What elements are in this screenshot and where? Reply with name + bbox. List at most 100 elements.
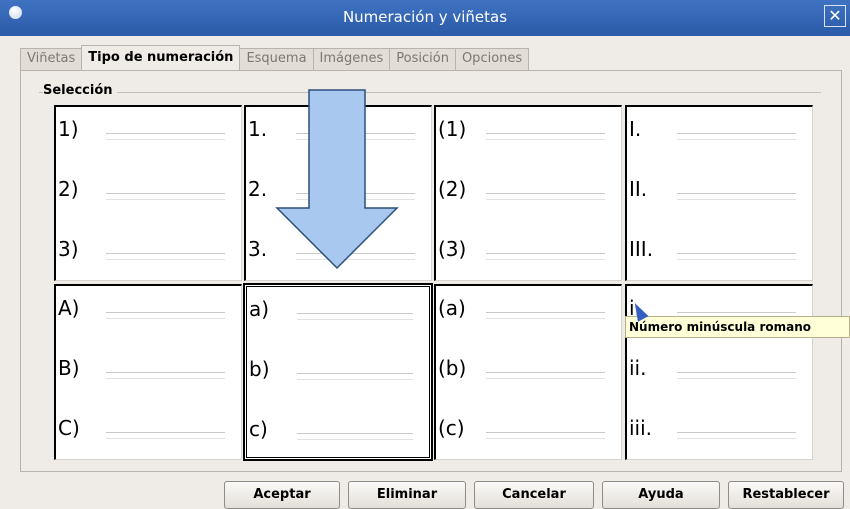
style-preview-number: A) — [58, 296, 80, 320]
ayuda-button[interactable]: Ayuda — [602, 481, 720, 509]
style-preview-number: II. — [629, 177, 648, 201]
style-preview-number: a) — [249, 297, 270, 321]
preview-line — [106, 193, 225, 194]
tab-opciones[interactable]: Opciones — [454, 48, 530, 70]
preview-line — [106, 133, 225, 134]
style-preview-number: C) — [58, 416, 80, 440]
style-preview-number: (3) — [438, 237, 467, 261]
style-preview-row: (1) — [436, 117, 621, 141]
style-preview-number: (b) — [438, 356, 467, 380]
preview-line — [677, 199, 796, 200]
tab-bar: Viñetas Tipo de numeración Esquema Imáge… — [20, 45, 530, 71]
section-label: Selección — [43, 83, 117, 98]
preview-line — [486, 372, 605, 373]
style-preview-number: c) — [249, 417, 268, 441]
preview-line — [486, 139, 605, 140]
style-preview-number: III. — [629, 237, 654, 261]
preview-line — [677, 139, 796, 140]
aceptar-button[interactable]: Aceptar — [224, 481, 340, 509]
tab-imagenes[interactable]: Imágenes — [312, 48, 391, 70]
preview-line — [677, 432, 796, 433]
style-preview-number: 3) — [58, 237, 79, 261]
preview-line — [297, 439, 413, 440]
restablecer-button[interactable]: Restablecer — [728, 481, 844, 509]
preview-line — [106, 378, 225, 379]
style-preview-row: c) — [247, 417, 429, 441]
preview-line — [297, 433, 413, 434]
down-arrow-annotation-icon — [275, 89, 399, 270]
preview-line — [297, 373, 413, 374]
style-preview-row: b) — [247, 357, 429, 381]
eliminar-button[interactable]: Eliminar — [348, 481, 466, 509]
style-preview-number: B) — [58, 356, 80, 380]
preview-line — [677, 193, 796, 194]
numbering-style-7[interactable]: (a) (b) (c) — [434, 284, 622, 460]
style-preview-number: 1) — [58, 117, 79, 141]
preview-line — [677, 438, 796, 439]
numbering-style-3[interactable]: (1) (2) (3) — [434, 105, 622, 281]
tab-esquema[interactable]: Esquema — [239, 48, 314, 70]
style-preview-row: iii. — [627, 416, 812, 440]
preview-line — [677, 372, 796, 373]
numbering-style-8[interactable]: i. ii. iii. — [625, 284, 813, 460]
style-preview-row: I. — [627, 117, 812, 141]
numbering-style-5[interactable]: A) B) C) — [54, 284, 242, 460]
style-preview-number: (2) — [438, 177, 467, 201]
style-preview-row: C) — [56, 416, 241, 440]
preview-line — [106, 312, 225, 313]
preview-line — [106, 199, 225, 200]
style-preview-row: 1) — [56, 117, 241, 141]
preview-line — [486, 199, 605, 200]
preview-line — [297, 379, 413, 380]
style-preview-number: ii. — [629, 356, 647, 380]
numbering-style-4[interactable]: I. II. III. — [625, 105, 813, 281]
style-preview-row: A) — [56, 296, 241, 320]
preview-line — [486, 253, 605, 254]
style-preview-number: (1) — [438, 117, 467, 141]
style-preview-number: 1. — [248, 117, 268, 141]
preview-line — [106, 318, 225, 319]
preview-line — [486, 318, 605, 319]
button-bar: Aceptar Eliminar Cancelar Ayuda Restable… — [0, 481, 850, 509]
preview-line — [106, 253, 225, 254]
style-preview-row: a) — [247, 297, 429, 321]
close-button[interactable]: ✕ — [824, 5, 846, 27]
style-preview-row: II. — [627, 177, 812, 201]
style-preview-row: B) — [56, 356, 241, 380]
preview-line — [486, 432, 605, 433]
style-preview-row: (3) — [436, 237, 621, 261]
preview-line — [297, 313, 413, 314]
preview-line — [677, 259, 796, 260]
style-preview-row: 2) — [56, 177, 241, 201]
tooltip: Número minúscula romano — [625, 316, 850, 338]
style-preview-number: (a) — [438, 296, 466, 320]
preview-line — [106, 438, 225, 439]
cancelar-button[interactable]: Cancelar — [474, 481, 594, 509]
preview-line — [297, 319, 413, 320]
window-title: Numeración y viñetas — [342, 8, 508, 26]
style-preview-row: (2) — [436, 177, 621, 201]
style-preview-number: iii. — [629, 416, 653, 440]
preview-line — [486, 378, 605, 379]
preview-line — [486, 193, 605, 194]
numbering-style-1[interactable]: 1) 2) 3) — [54, 105, 242, 281]
preview-line — [486, 259, 605, 260]
preview-line — [106, 432, 225, 433]
preview-line — [677, 378, 796, 379]
style-preview-number: 2) — [58, 177, 79, 201]
preview-line — [106, 372, 225, 373]
section-divider — [39, 92, 821, 93]
style-preview-row: ii. — [627, 356, 812, 380]
preview-line — [106, 259, 225, 260]
preview-line — [486, 438, 605, 439]
preview-line — [677, 253, 796, 254]
tab-vinetas[interactable]: Viñetas — [20, 48, 83, 70]
tab-tipo-de-numeracion[interactable]: Tipo de numeración — [81, 45, 241, 70]
numbering-style-6[interactable]: a) b) c) — [243, 283, 433, 461]
style-preview-number: b) — [249, 357, 270, 381]
style-preview-row: 3) — [56, 237, 241, 261]
style-preview-number: (c) — [438, 416, 465, 440]
tab-posicion[interactable]: Posición — [389, 48, 456, 70]
style-preview-row: III. — [627, 237, 812, 261]
style-preview-number: I. — [629, 117, 642, 141]
